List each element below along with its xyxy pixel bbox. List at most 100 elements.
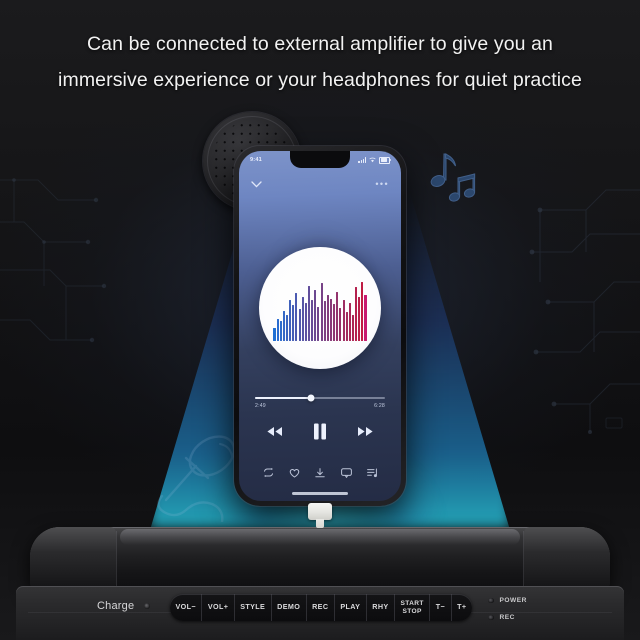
headline-line-2: immersive experience or your headphones … [58,69,582,91]
keyboard-button-label: T+ [457,602,467,612]
phone-screen: 9:41 ••• 2:49 6:28 [239,151,401,501]
headline-line-1: Can be connected to external amplifier t… [87,33,553,55]
audio-visualizer [268,275,372,369]
power-led [488,597,494,604]
visualizer-bar [320,282,323,341]
keyboard-button-label: VOL+ [207,602,229,612]
wifi-icon [369,157,376,163]
visualizer-bar [317,306,320,341]
progress-section: 2:49 6:28 [255,394,385,409]
charge-label: Charge [97,600,135,612]
visualizer-bar [326,294,329,341]
keyboard-button-vol[interactable]: VOL− [170,594,203,621]
keyboard-left-cap [30,527,116,589]
keyboard-button-vol[interactable]: VOL+ [202,594,235,621]
keyboard-button-label: PLAY [340,602,361,612]
repeat-icon[interactable] [263,467,274,478]
heart-icon[interactable] [289,467,300,478]
visualizer-bar [323,301,326,341]
keyboard-button-style[interactable]: STYLE [235,594,272,621]
rewind-icon[interactable] [266,426,283,437]
keyboard-button-play[interactable]: PLAY [335,594,367,621]
visualizer-bar [292,305,295,341]
indicator-row-power: POWER [488,592,527,609]
charge-indicator-group: Charge [97,600,151,612]
playlist-icon[interactable] [366,467,378,478]
keyboard-button-bar: VOL− VOL+ STYLE DEMO REC PLAY RHY START STOP T− T+ [170,594,472,621]
circuit-trace-left [0,150,110,380]
indicator-row-rec: REC [488,609,527,626]
visualizer-bar [289,300,292,341]
page-headline: Can be connected to external amplifier t… [0,26,640,98]
visualizer-bar [329,298,333,341]
status-bar-time: 9:41 [250,157,262,163]
chevron-down-icon[interactable] [251,180,262,188]
keyboard-button-label: T− [435,602,446,612]
visualizer-bar [314,289,317,341]
keyboard-gloss [120,529,520,545]
progress-track[interactable] [255,394,385,402]
keyboard-button-label: REC [312,602,329,612]
keyboard-button-rec[interactable]: REC [307,594,335,621]
elapsed-time: 2:49 [255,403,266,409]
visualizer-bar [285,314,289,341]
status-bar-indicators [358,156,391,164]
visualizer-bar [304,302,307,341]
rec-led [488,614,494,621]
visualizer-bar [339,308,342,341]
music-notes-icon [424,150,486,217]
more-options-icon[interactable]: ••• [375,179,389,189]
pause-icon[interactable] [313,423,327,440]
time-labels: 2:49 6:28 [255,403,385,409]
keyboard-top-body [30,527,610,589]
keyboard-right-cap [524,527,610,589]
keyboard-button-demo[interactable]: DEMO [272,594,307,621]
usb-connector [308,503,332,528]
visualizer-bar [358,297,361,341]
rec-label: REC [499,614,515,621]
transport-controls [239,423,401,440]
fast-forward-icon[interactable] [357,426,374,437]
visualizer-bar [361,281,364,341]
visualizer-bar [364,294,367,341]
visualizer-bar [295,293,298,341]
battery-icon [379,156,391,164]
visualizer-bar [282,310,285,341]
visualizer-bar [351,314,355,341]
visualizer-bar [276,318,279,341]
home-indicator [292,492,348,495]
keyboard-button-label: START [400,599,424,607]
visualizer-bar [345,311,348,341]
keyboard-button-label: DEMO [277,602,301,612]
visualizer-bar [355,286,358,341]
keyboard-button-t[interactable]: T− [430,594,452,621]
album-art-circle [259,247,381,369]
keyboard-seam-left [116,531,117,589]
keyboard-button-label: VOL− [175,602,196,612]
progress-knob[interactable] [307,394,315,402]
connector-tip [316,519,324,528]
visualizer-bar [307,285,311,341]
charge-led [144,603,151,609]
smartphone-mockup: 9:41 ••• 2:49 6:28 [234,146,406,506]
visualizer-bar [273,327,276,341]
visualizer-bar [333,304,336,341]
keyboard-seam-right [523,531,524,589]
visualizer-bar [279,321,282,341]
total-time: 6:28 [374,403,385,409]
keyboard-button-start-stop[interactable]: START STOP [395,594,431,621]
keyboard-indicator-leds: POWER REC [488,592,527,626]
visualizer-bar [342,300,345,341]
comment-icon[interactable] [340,467,352,478]
connector-plug [308,503,332,520]
visualizer-bar [336,292,339,341]
keyboard-button-rhy[interactable]: RHY [367,594,396,621]
player-top-nav: ••• [239,175,401,193]
visualizer-bar [301,297,304,341]
download-icon[interactable] [315,467,326,478]
visualizer-bar [348,302,351,341]
keyboard-button-label: STYLE [240,602,266,612]
visualizer-bar [298,309,301,341]
circuit-trace-right [510,170,640,450]
visualizer-bar [311,300,314,341]
